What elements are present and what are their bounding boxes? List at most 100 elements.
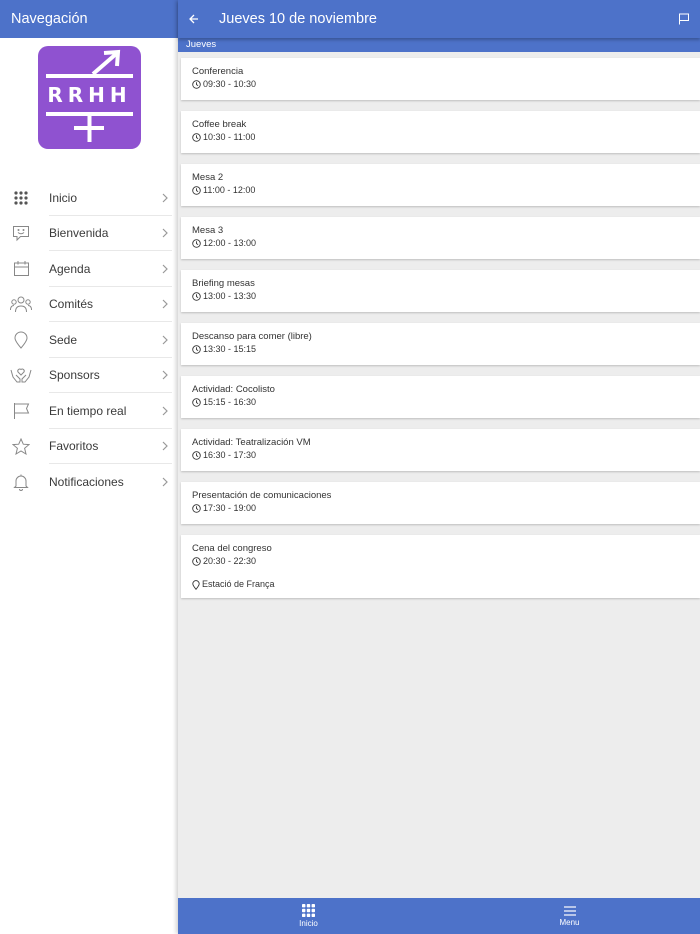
top-app-bar: Jueves 10 de noviembre [178, 0, 700, 38]
bottom-nav-home-label: Inicio [299, 919, 318, 928]
session-title: Briefing mesas [192, 278, 255, 289]
bottom-nav-home[interactable]: Inicio [178, 898, 439, 934]
sidebar-item-label: Notificaciones [49, 474, 124, 489]
sidebar-item-label: Inicio [49, 190, 78, 205]
session-card[interactable]: Mesa 2 11:00 - 12:00 [181, 164, 700, 206]
session-title: Mesa 2 [192, 172, 224, 183]
session-title: Coffee break [192, 119, 247, 130]
sidebar-item-sede[interactable]: Sede [0, 322, 178, 358]
clock-icon [192, 239, 201, 248]
sidebar-item-label: Bienvenida [49, 226, 109, 241]
chevron-right-icon [158, 477, 178, 487]
chevron-right-icon [158, 228, 178, 238]
back-button[interactable] [180, 0, 208, 38]
session-title: Conferencia [192, 66, 244, 77]
clock-icon [192, 398, 201, 407]
chat-smile-icon [0, 225, 40, 242]
clock-icon [192, 133, 201, 142]
sidebar-item-en-tiempo-real[interactable]: En tiempo real [0, 393, 178, 429]
session-location-text: Estació de França [202, 579, 275, 589]
session-time: 11:00 - 12:00 [192, 184, 689, 197]
flag-icon [0, 402, 40, 420]
sidebar-item-favoritos[interactable]: Favoritos [0, 429, 178, 465]
bottom-nav-menu[interactable]: Menu [439, 898, 700, 934]
chevron-right-icon [158, 335, 178, 345]
session-time-text: 15:15 - 16:30 [203, 397, 257, 407]
session-title: Descanso para comer (libre) [192, 331, 312, 342]
drawer-header: Navegación [0, 0, 178, 38]
session-time: 09:30 - 10:30 [192, 78, 689, 91]
clock-icon [192, 80, 201, 89]
chevron-right-icon [158, 299, 178, 309]
sidebar-item-comites[interactable]: Comités [0, 287, 178, 323]
rrhh-logo: RRHH [37, 46, 141, 149]
session-card[interactable]: Mesa 3 12:00 - 13:00 [181, 217, 700, 259]
flag-icon [679, 13, 689, 25]
people-icon [0, 296, 40, 313]
grid-icon [302, 904, 315, 917]
clock-icon [192, 504, 201, 513]
sidebar-item-bienvenida[interactable]: Bienvenida [0, 216, 178, 252]
session-card[interactable]: Descanso para comer (libre) 13:30 - 15:1… [181, 323, 700, 365]
clock-icon [192, 451, 201, 460]
agenda-day-panel: Jueves 10 de noviembre Jueves Conferenci… [178, 0, 700, 934]
session-time: 12:00 - 13:00 [192, 237, 689, 250]
page-title: Jueves 10 de noviembre [219, 11, 377, 27]
session-title: Actividad: Cocolisto [192, 384, 275, 395]
grid-icon [0, 191, 40, 205]
day-section-header: Jueves [178, 38, 700, 52]
navigation-drawer: Navegación RRHH Inicio Bienvenida Agenda… [0, 0, 178, 934]
logo-container: RRHH [0, 38, 178, 160]
sidebar-item-label: Agenda [49, 261, 91, 276]
logo-text: RRHH [47, 83, 131, 107]
session-card[interactable]: Cena del congreso 20:30 - 22:30 Estació … [181, 535, 700, 598]
sidebar-item-label: Comités [49, 297, 94, 312]
bottom-nav: Inicio Menu [178, 898, 700, 934]
session-time-text: 10:30 - 11:00 [203, 132, 256, 142]
sidebar-item-agenda[interactable]: Agenda [0, 251, 178, 287]
chevron-right-icon [158, 441, 178, 451]
bell-icon [0, 473, 40, 491]
hands-heart-icon [0, 366, 40, 384]
chevron-right-icon [158, 193, 178, 203]
chevron-right-icon [158, 370, 178, 380]
session-time: 13:30 - 15:15 [192, 343, 689, 356]
session-title: Presentación de comunicaciones [192, 490, 332, 501]
session-time: 13:00 - 13:30 [192, 290, 689, 303]
clock-icon [192, 557, 201, 566]
session-time: 16:30 - 17:30 [192, 449, 689, 462]
sidebar-item-label: Favoritos [49, 439, 99, 454]
session-time-text: 09:30 - 10:30 [203, 79, 257, 89]
star-icon [0, 437, 40, 455]
session-title: Actividad: Teatralización VM [192, 437, 311, 448]
sidebar-item-inicio[interactable]: Inicio [0, 180, 178, 216]
session-card[interactable]: Coffee break 10:30 - 11:00 [181, 111, 700, 153]
session-time-text: 12:00 - 13:00 [203, 238, 257, 248]
sidebar-item-sponsors[interactable]: Sponsors [0, 358, 178, 394]
session-title: Cena del congreso [192, 543, 272, 554]
clock-icon [192, 186, 201, 195]
session-time-text: 13:00 - 13:30 [203, 291, 257, 301]
session-time: 10:30 - 11:00 [192, 131, 689, 144]
chevron-right-icon [158, 406, 178, 416]
session-card[interactable]: Conferencia 09:30 - 10:30 [181, 58, 700, 100]
clock-icon [192, 345, 201, 354]
session-time-text: 17:30 - 19:00 [203, 503, 257, 513]
nav-list: Inicio Bienvenida Agenda Comités Sede Sp… [0, 180, 178, 500]
session-card[interactable]: Briefing mesas 13:00 - 13:30 [181, 270, 700, 312]
flag-button[interactable] [672, 0, 696, 38]
session-card[interactable]: Presentación de comunicaciones 17:30 - 1… [181, 482, 700, 524]
session-time-text: 20:30 - 22:30 [203, 556, 257, 566]
chevron-right-icon [158, 264, 178, 274]
drawer-title: Navegación [11, 11, 88, 27]
rrhh-logo-graphic: RRHH [45, 49, 133, 142]
map-pin-icon [192, 579, 200, 590]
session-card[interactable]: Actividad: Teatralización VM 16:30 - 17:… [181, 429, 700, 471]
sidebar-item-notificaciones[interactable]: Notificaciones [0, 464, 178, 500]
session-location: Estació de França [192, 578, 689, 591]
sidebar-item-label: Sede [49, 332, 78, 347]
clock-icon [192, 292, 201, 301]
bottom-nav-menu-label: Menu [559, 917, 580, 927]
session-card[interactable]: Actividad: Cocolisto 15:15 - 16:30 [181, 376, 700, 418]
calendar-icon [0, 260, 40, 277]
